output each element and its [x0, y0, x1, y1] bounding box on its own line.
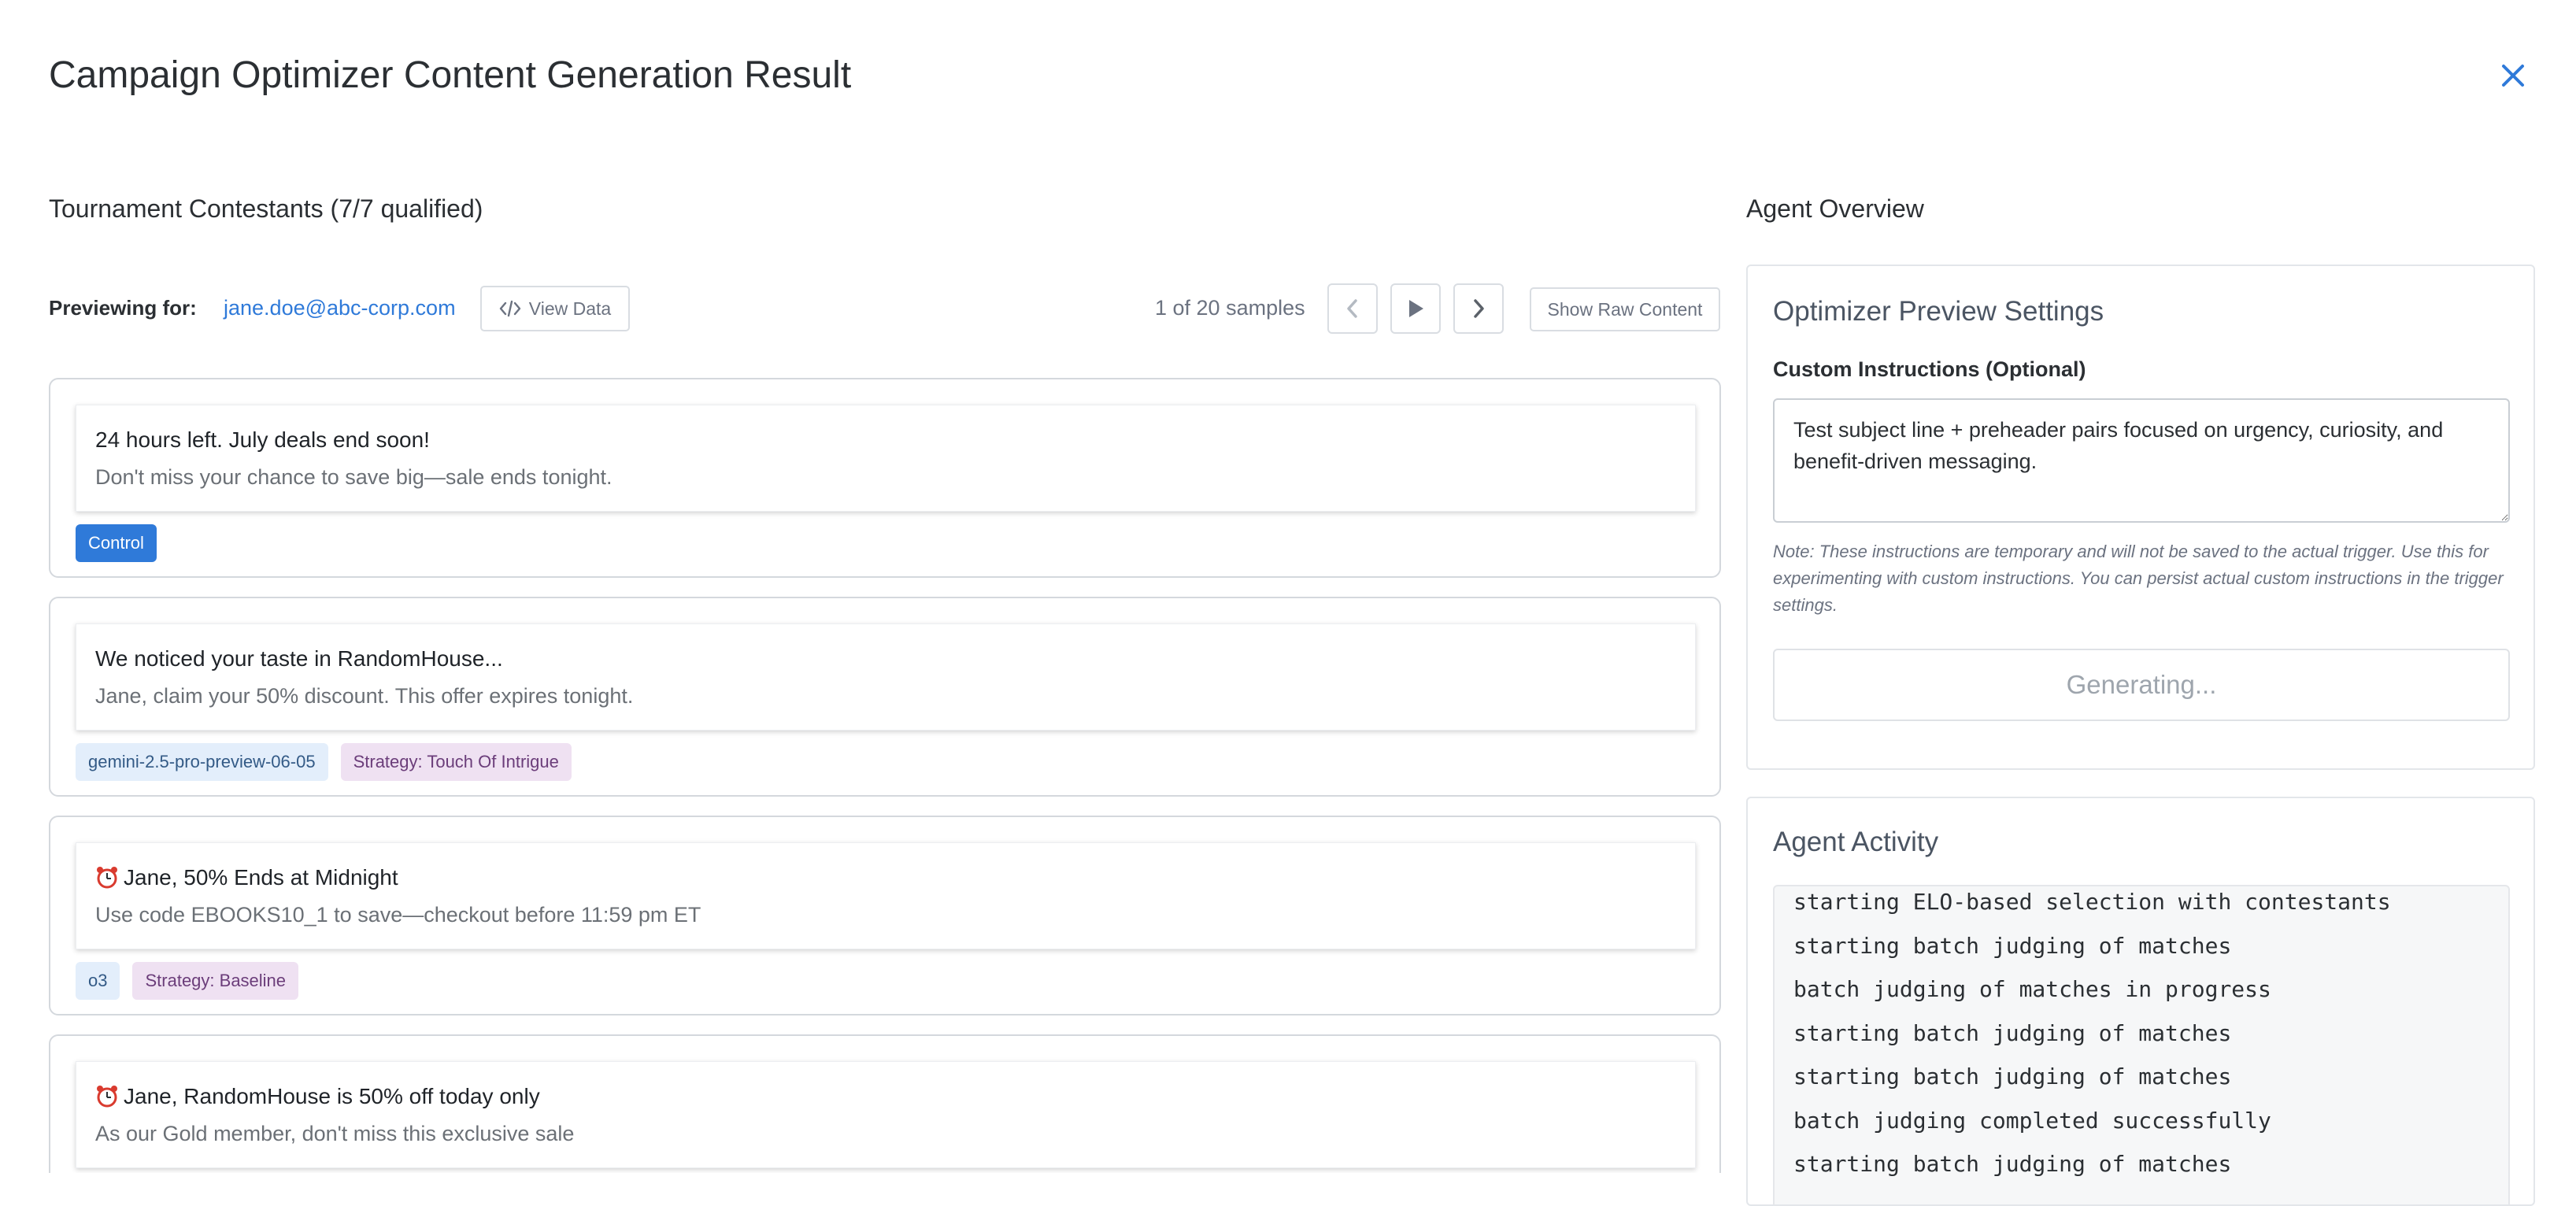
- preheader-text: Use code EBOOKS10_1 to save—checkout bef…: [95, 903, 701, 927]
- preheader-text: Jane, claim your 50% discount. This offe…: [95, 684, 634, 708]
- previous-sample-button[interactable]: [1327, 283, 1378, 334]
- contestant-card: Jane, 50% Ends at Midnight Use code EBOO…: [49, 816, 1721, 1015]
- email-preview: We noticed your taste in RandomHouse... …: [76, 623, 1696, 731]
- chevron-right-icon: [1474, 299, 1484, 318]
- preview-recipient-link[interactable]: jane.doe@abc-corp.com: [224, 296, 456, 320]
- model-badge: o3: [76, 962, 120, 1000]
- contestant-card: We noticed your taste in RandomHouse... …: [49, 597, 1721, 797]
- custom-instructions-textarea[interactable]: Test subject line + preheader pairs focu…: [1773, 398, 2510, 523]
- log-line: batch judging completed successfully: [1793, 1107, 2271, 1134]
- contestants-list: 24 hours left. July deals end soon! Don'…: [49, 378, 1721, 1173]
- alarm-clock-icon: [97, 1086, 117, 1108]
- log-line: starting batch judging of matches: [1793, 1019, 2232, 1046]
- strategy-badge: Strategy: Baseline: [132, 962, 299, 1000]
- control-badge: Control: [76, 524, 157, 562]
- optimizer-preview-settings-panel: Optimizer Preview Settings Custom Instru…: [1746, 265, 2535, 770]
- agent-overview-title: Agent Overview: [1746, 194, 1924, 223]
- close-button[interactable]: [2493, 55, 2533, 96]
- email-preview: 24 hours left. July deals end soon! Don'…: [76, 405, 1696, 512]
- previewing-for-label: Previewing for:: [49, 296, 197, 320]
- tag-list: Control: [76, 524, 157, 562]
- subject-line: Jane, RandomHouse is 50% off today only: [95, 1084, 540, 1109]
- agent-activity-panel: Agent Activity starting ELO-based select…: [1746, 797, 2535, 1206]
- strategy-badge: Strategy: Touch Of Intrigue: [340, 743, 572, 781]
- contestants-section-title: Tournament Contestants (7/7 qualified): [49, 194, 483, 223]
- contestant-card: Jane, RandomHouse is 50% off today only …: [49, 1034, 1721, 1173]
- custom-instructions-label: Custom Instructions (Optional): [1773, 357, 2086, 381]
- subject-line: We noticed your taste in RandomHouse...: [95, 646, 503, 671]
- activity-panel-title: Agent Activity: [1773, 827, 1939, 857]
- log-line: starting ELO-based selection with contes…: [1793, 889, 2391, 915]
- play-icon: [1409, 300, 1423, 317]
- close-icon: [2502, 65, 2524, 87]
- code-icon: [499, 300, 520, 317]
- page-title: Campaign Optimizer Content Generation Re…: [49, 54, 852, 96]
- alarm-clock-icon: [97, 867, 117, 889]
- next-sample-button[interactable]: [1453, 283, 1504, 334]
- log-line: starting batch judging of matches: [1793, 1151, 2232, 1177]
- preheader-text: Don't miss your chance to save big—sale …: [95, 465, 613, 489]
- modal-header: Campaign Optimizer Content Generation Re…: [0, 0, 2576, 150]
- play-samples-button[interactable]: [1390, 283, 1441, 334]
- view-data-label: View Data: [528, 298, 612, 319]
- instructions-note: Note: These instructions are temporary a…: [1773, 542, 2504, 615]
- activity-log-lines: starting ELO-based selection with contes…: [1793, 886, 2391, 1186]
- tag-list: o3 Strategy: Baseline: [76, 962, 299, 1000]
- show-raw-content-button[interactable]: Show Raw Content: [1530, 287, 1720, 331]
- preheader-text: As our Gold member, don't miss this excl…: [95, 1122, 575, 1145]
- settings-panel-title: Optimizer Preview Settings: [1773, 296, 2104, 327]
- email-preview: Jane, 50% Ends at Midnight Use code EBOO…: [76, 842, 1696, 949]
- email-preview: Jane, RandomHouse is 50% off today only …: [76, 1061, 1696, 1168]
- subject-line: Jane, 50% Ends at Midnight: [95, 865, 398, 890]
- tag-list: gemini-2.5-pro-preview-06-05 Strategy: T…: [76, 743, 572, 781]
- generating-button[interactable]: Generating...: [1773, 649, 2510, 721]
- log-line: starting batch judging of matches: [1793, 1064, 2232, 1089]
- model-badge: gemini-2.5-pro-preview-06-05: [76, 743, 328, 781]
- subject-line: 24 hours left. July deals end soon!: [95, 427, 430, 452]
- view-data-button[interactable]: View Data: [480, 286, 630, 331]
- log-line: starting batch judging of matches: [1793, 932, 2232, 959]
- sample-counter: 1 of 20 samples: [1155, 296, 1305, 320]
- chevron-left-icon: [1347, 299, 1357, 318]
- contestant-card: 24 hours left. July deals end soon! Don'…: [49, 378, 1721, 578]
- activity-log[interactable]: starting ELO-based selection with contes…: [1773, 885, 2510, 1204]
- log-line: batch judging of matches in progress: [1793, 976, 2271, 1002]
